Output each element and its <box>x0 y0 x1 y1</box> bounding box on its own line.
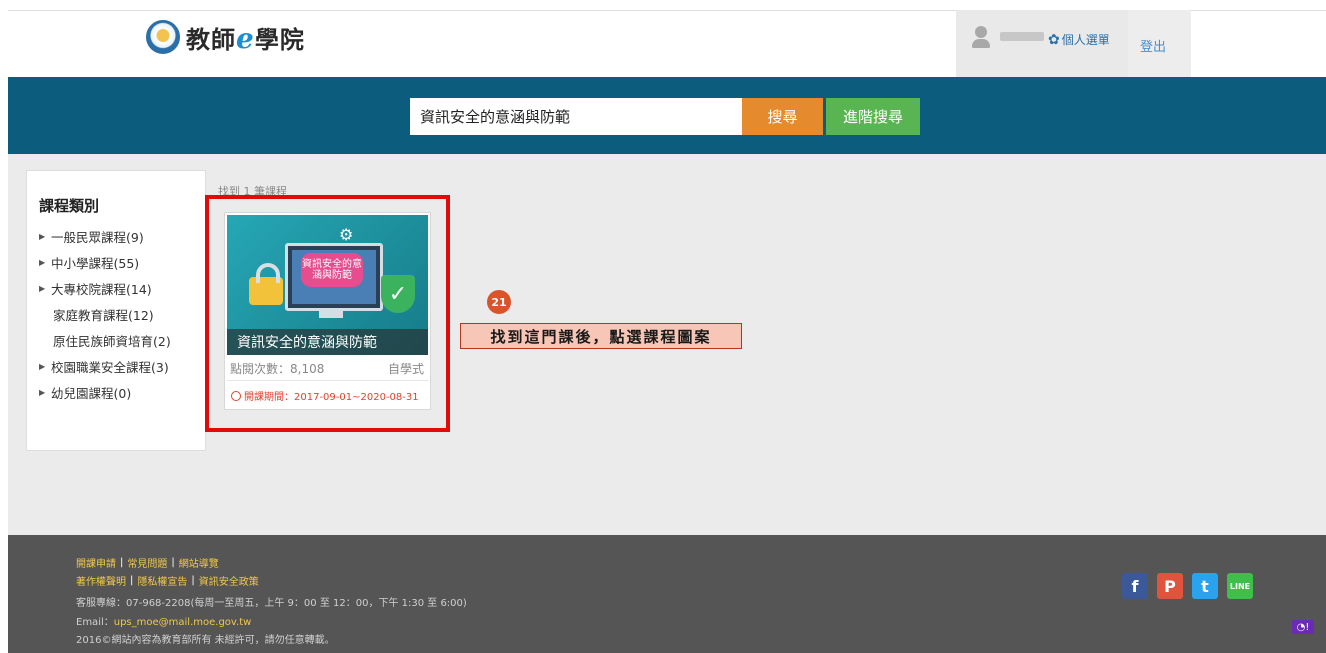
footer-links-row2: 著作權聲明 | 隱私權宣告 | 資訊安全政策 <box>76 573 259 588</box>
personal-menu-label: 個人選單 <box>1061 33 1110 47</box>
course-card[interactable]: ⚙ 資訊安全的意涵與防範 ✓ 資訊安全的意涵與防範 點閱次數：8,108 自學式… <box>224 212 431 410</box>
footer-service-hotline: 客服專線：07-968-2208(每周一至周五，上午 9：00 至 12：00，… <box>76 598 467 609</box>
footer-link-sitemap[interactable]: 網站導覽 <box>179 555 219 570</box>
sidebar-title: 課程類別 <box>39 197 100 215</box>
caret-right-icon: ▶ <box>39 283 46 293</box>
clock-icon <box>231 390 241 401</box>
footer-link-faq[interactable]: 常見問題 <box>127 555 167 570</box>
caret-right-icon: ▶ <box>39 257 46 267</box>
thumbnail-caption: 資訊安全的意涵與防範 <box>301 253 363 287</box>
footer-email: Email：ups_moe@mail.moe.gov.tw <box>76 617 252 628</box>
user-avatar-icon <box>972 26 990 48</box>
course-views: 點閱次數：8,108 <box>230 362 325 376</box>
step-number-badge: 21 <box>487 290 511 314</box>
personal-menu-link[interactable]: ✿ 個人選單 <box>1048 31 1110 48</box>
line-icon[interactable]: LINE <box>1227 573 1253 599</box>
footer-link-copyright[interactable]: 著作權聲明 <box>76 573 126 588</box>
moe-seal-icon <box>146 20 180 54</box>
gear-icon: ⚙ <box>339 225 354 244</box>
advanced-search-button[interactable]: 進階搜尋 <box>826 98 920 135</box>
footer-link-apply[interactable]: 開課申請 <box>76 555 116 570</box>
padlock-icon <box>249 263 283 305</box>
category-item-kindergarten[interactable]: ▶ 幼兒園課程(0) <box>39 379 171 405</box>
card-divider <box>227 380 428 381</box>
course-mode: 自學式 <box>387 362 424 376</box>
user-panel: ✿ 個人選單 <box>956 10 1128 77</box>
result-count: 找到 1 筆課程 <box>218 185 287 198</box>
gear-icon: ✿ <box>1048 31 1060 48</box>
plurk-icon[interactable]: P <box>1157 573 1183 599</box>
caret-right-icon: ▶ <box>39 387 46 397</box>
footer-copyright: 2016©網站內容為教育部所有 未經許可，請勿任意轉載。 <box>76 635 335 646</box>
footer-links-row1: 開課申請 | 常見問題 | 網站導覽 <box>76 555 219 570</box>
search-input[interactable] <box>410 98 742 135</box>
category-item-indigenous[interactable]: 原住民族師資培育(2) <box>39 327 171 353</box>
site-logo[interactable]: 教師e學院 <box>146 17 305 57</box>
shield-check-icon: ✓ <box>381 275 415 313</box>
category-item-k12[interactable]: ▶ 中小學課程(55) <box>39 249 171 275</box>
instruction-callout: 找到這門課後，點選課程圖案 <box>460 323 742 349</box>
category-item-family[interactable]: 家庭教育課程(12) <box>39 301 171 327</box>
logout-link[interactable]: 登出 <box>1140 36 1166 55</box>
user-name-redacted <box>1000 32 1044 41</box>
category-item-campus-safety[interactable]: ▶ 校園職業安全課程(3) <box>39 353 171 379</box>
category-list: ▶ 一般民眾課程(9) ▶ 中小學課程(55) ▶ 大專校院課程(14) 家庭教育課程… <box>39 223 171 405</box>
chat-widget-icon[interactable]: ◔! <box>1292 620 1314 634</box>
search-button[interactable]: 搜尋 <box>742 98 823 135</box>
logo-text: 教師e學院 <box>186 21 305 55</box>
course-period: 開課期間：2017-09-01~2020-08-31 <box>231 388 419 403</box>
caret-right-icon: ▶ <box>39 231 46 241</box>
category-sidebar: 課程類別 ▶ 一般民眾課程(9) ▶ 中小學課程(55) ▶ 大專校院課程(14) 家… <box>26 170 206 451</box>
email-link[interactable]: ups_moe@mail.moe.gov.tw <box>114 617 252 628</box>
facebook-icon[interactable]: f <box>1122 573 1148 599</box>
caret-right-icon: ▶ <box>39 361 46 371</box>
course-title: 資訊安全的意涵與防範 <box>227 329 428 355</box>
footer-link-security-policy[interactable]: 資訊安全政策 <box>199 573 259 588</box>
category-item-university[interactable]: ▶ 大專校院課程(14) <box>39 275 171 301</box>
twitter-icon[interactable]: t <box>1192 573 1218 599</box>
footer-link-privacy[interactable]: 隱私權宣告 <box>137 573 187 588</box>
category-item-general[interactable]: ▶ 一般民眾課程(9) <box>39 223 171 249</box>
